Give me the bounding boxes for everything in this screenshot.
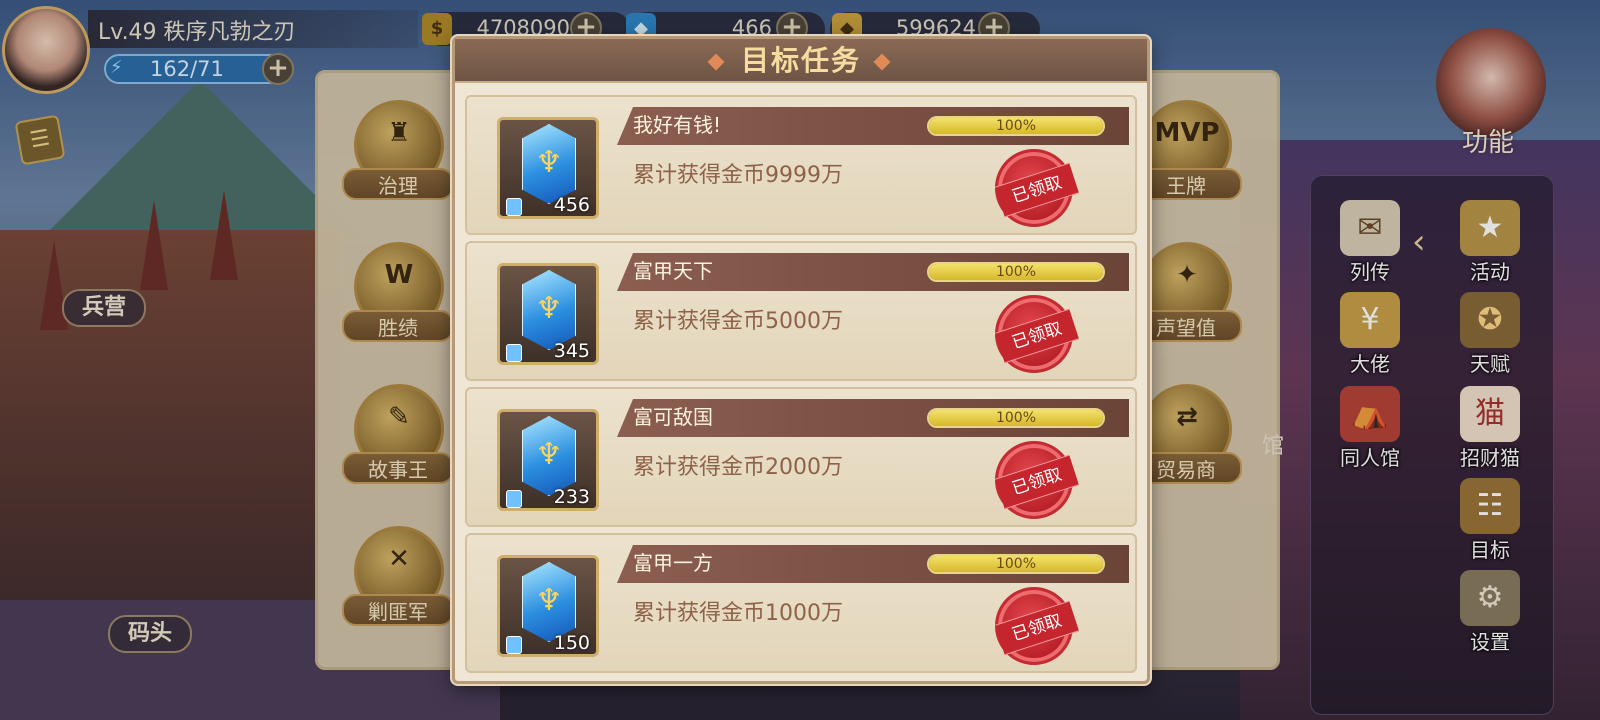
task-progress-text: 100% [995,118,1037,134]
claimed-stamp-label: 已领取 [994,308,1080,364]
claimed-stamp: 已领取 [994,587,1080,665]
task-progress-text: 100% [995,410,1037,426]
reward-amount: 233 [553,486,590,508]
ticket-mini-icon [506,344,522,362]
reward-amount: 150 [553,632,590,654]
claimed-stamp-label: 已领取 [994,162,1080,218]
reward-amount: 456 [553,194,590,216]
task-title: 我好有钱! [633,113,722,137]
task-progress-text: 100% [995,264,1037,280]
task-card: 富甲一方 100% ♆ 150 累计获得金币1000万 已领取 [465,533,1137,673]
modal-title: 目标任务 [740,44,861,77]
task-description: 累计获得金币9999万 [633,163,843,188]
reward-amount: 345 [553,340,590,362]
gold-emblem-icon: ♆ [535,583,563,618]
task-title: 富甲天下 [633,259,713,283]
task-title: 富甲一方 [633,551,713,575]
task-description: 累计获得金币2000万 [633,455,843,480]
claimed-stamp: 已领取 [994,441,1080,519]
claimed-stamp-label: 已领取 [994,454,1080,510]
ticket-mini-icon [506,490,522,508]
task-title: 富可敌国 [633,405,713,429]
gold-emblem-icon: ♆ [535,145,563,180]
gold-emblem-icon: ♆ [535,437,563,472]
task-card: 我好有钱! 100% ♆ 456 累计获得金币9999万 已领取 [465,95,1137,235]
task-description: 累计获得金币1000万 [633,601,843,626]
gold-emblem-icon: ♆ [535,291,563,326]
claimed-stamp-label: 已领取 [994,600,1080,656]
task-list[interactable]: 我好有钱! 100% ♆ 456 累计获得金币9999万 已领取 富甲天下 10… [465,95,1137,685]
reward-item[interactable]: ♆ 233 [497,409,599,511]
task-progress-text: 100% [995,556,1037,572]
reward-item[interactable]: ♆ 345 [497,263,599,365]
ticket-mini-icon [506,636,522,654]
claimed-stamp: 已领取 [994,295,1080,373]
task-card: 富可敌国 100% ♆ 233 累计获得金币2000万 已领取 [465,387,1137,527]
task-card: 富甲天下 100% ♆ 345 累计获得金币5000万 已领取 [465,241,1137,381]
reward-item[interactable]: ♆ 456 [497,117,599,219]
reward-item[interactable]: ♆ 150 [497,555,599,657]
ticket-mini-icon [506,198,522,216]
claimed-stamp: 已领取 [994,149,1080,227]
task-description: 累计获得金币5000万 [633,309,843,334]
target-tasks-modal: 目标任务 我好有钱! 100% ♆ 456 累计获得金币9999万 已领取 富甲… [452,36,1150,684]
